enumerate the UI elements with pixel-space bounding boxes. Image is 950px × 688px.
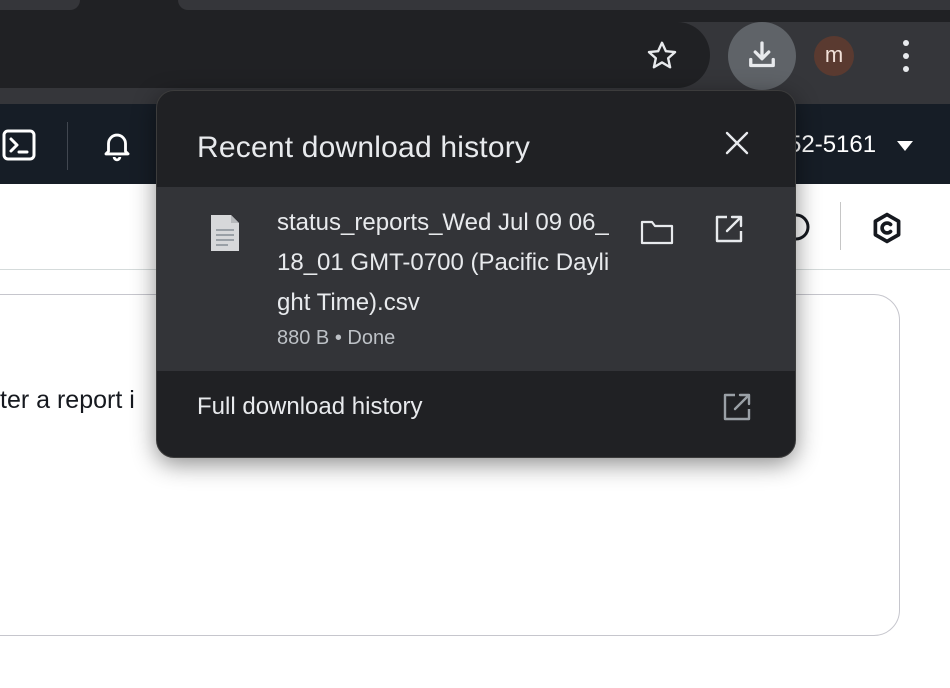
- account-id[interactable]: 52-5161: [788, 131, 876, 159]
- star-icon[interactable]: [644, 38, 680, 74]
- screen: m 52-5161 ter a report i Recent download…: [0, 0, 950, 688]
- full-download-history-link[interactable]: Full download history: [157, 371, 795, 457]
- address-bar[interactable]: [0, 22, 710, 88]
- file-icon: [209, 213, 241, 258]
- profile-avatar[interactable]: m: [814, 36, 854, 76]
- folder-icon[interactable]: [639, 217, 675, 252]
- downloads-button[interactable]: [728, 22, 796, 90]
- close-icon[interactable]: [721, 127, 753, 159]
- download-history-popup: Recent download history status_reports_W…: [156, 90, 796, 458]
- caret-down-icon[interactable]: [896, 139, 914, 157]
- download-status: 880 B • Done: [277, 327, 396, 349]
- cloudshell-console-icon[interactable]: [2, 129, 36, 166]
- open-external-icon: [721, 391, 753, 428]
- download-icon: [749, 41, 775, 68]
- browser-tab[interactable]: [0, 0, 80, 10]
- nav-divider: [67, 122, 68, 170]
- download-filename: status_reports_Wed Jul 09 06_18_01 GMT-0…: [277, 209, 610, 316]
- browser-tab[interactable]: [178, 0, 950, 10]
- kebab-menu-icon[interactable]: [892, 36, 920, 76]
- open-external-icon[interactable]: [713, 213, 745, 250]
- full-history-label: Full download history: [197, 393, 423, 420]
- browser-tabstrip: [0, 0, 950, 22]
- popup-title: Recent download history: [197, 131, 531, 164]
- card-description: ter a report i: [0, 386, 135, 414]
- hexagon-logo-icon[interactable]: [870, 210, 904, 251]
- bell-icon[interactable]: [100, 128, 134, 167]
- download-item[interactable]: status_reports_Wed Jul 09 06_18_01 GMT-0…: [157, 187, 795, 371]
- subheader-divider: [840, 202, 841, 250]
